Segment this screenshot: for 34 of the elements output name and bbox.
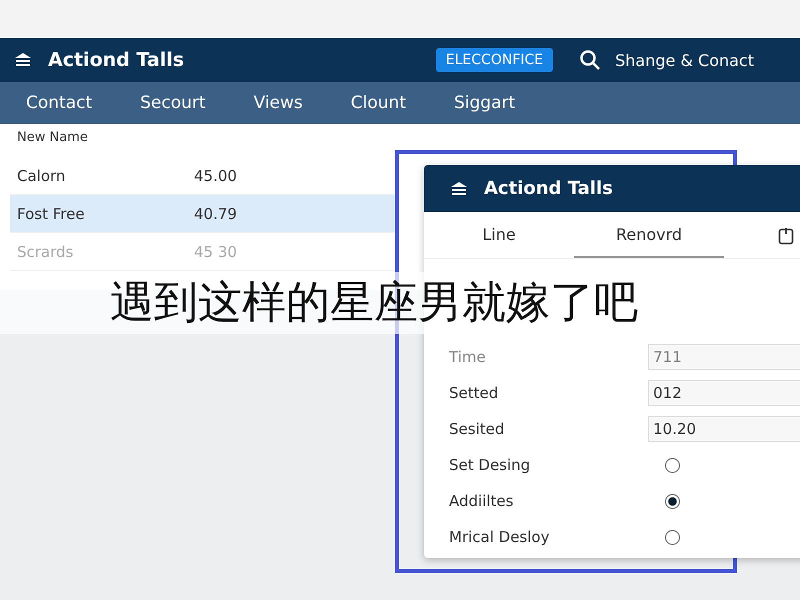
app-title: Actiond Talls: [48, 49, 186, 71]
field-label: Time: [449, 348, 487, 366]
radio-button[interactable]: [665, 530, 680, 544]
row-name: Scrards: [17, 242, 74, 260]
nav-item[interactable]: Siggart: [454, 93, 516, 113]
tab[interactable]: Renovrd: [574, 225, 724, 258]
field-label: Sesited: [449, 420, 506, 438]
radio-button[interactable]: [665, 494, 680, 508]
field-label: Set Desing: [449, 456, 532, 474]
nav-item[interactable]: Contact: [26, 93, 92, 113]
dialog-title: Actiond Talls: [484, 178, 613, 199]
field-label: Mrical Desloy: [449, 528, 550, 546]
input-field[interactable]: 012: [648, 380, 800, 406]
nav-item[interactable]: Views: [254, 93, 303, 113]
row-value: 45.00: [194, 166, 237, 184]
radio-button[interactable]: [665, 458, 680, 472]
search-label[interactable]: Shange & Conact: [615, 50, 754, 70]
building-icon: [14, 52, 32, 68]
search-icon[interactable]: [579, 49, 602, 71]
field-label: Setted: [449, 384, 500, 402]
row-name: Fost Free: [17, 204, 86, 222]
column-header: New Name: [16, 129, 89, 147]
input-field[interactable]: 10.20: [648, 416, 800, 442]
nav-item[interactable]: Secourt: [140, 93, 206, 113]
clipboard-icon[interactable]: [778, 227, 794, 245]
tab[interactable]: Line: [424, 225, 574, 258]
row-name: Calorn: [17, 166, 66, 184]
row-value: 40.79: [194, 204, 237, 222]
app-badge[interactable]: ELECCONFICE: [436, 48, 554, 72]
list-row[interactable]: Fost Free 40.79: [10, 195, 397, 233]
building-icon: [450, 180, 468, 196]
row-value: 45 30: [194, 242, 237, 260]
nav-item[interactable]: Clount: [350, 93, 406, 113]
field-label: Addiiltes: [449, 492, 514, 510]
